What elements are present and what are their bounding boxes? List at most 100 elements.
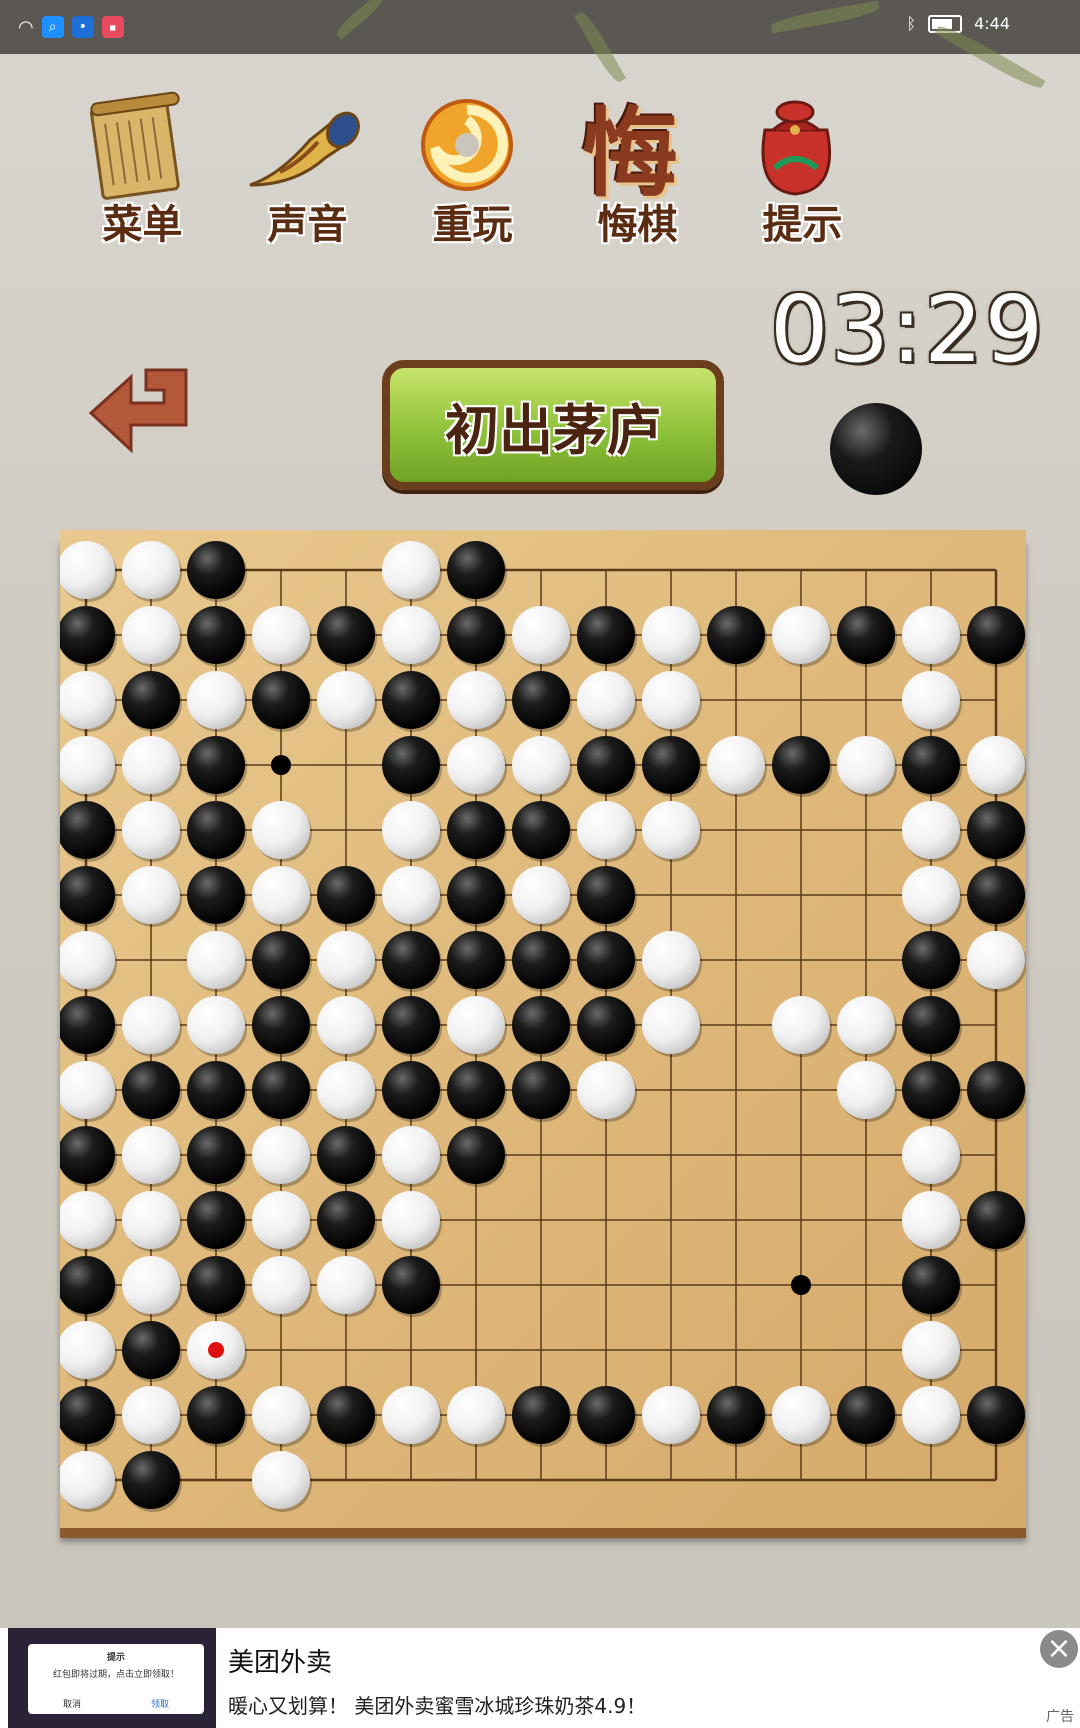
black-stone (382, 1061, 440, 1119)
white-stone (837, 1061, 895, 1119)
black-stone (382, 736, 440, 794)
white-stone (122, 1256, 180, 1314)
black-stone (577, 931, 635, 989)
hint-button[interactable]: 提示 (720, 80, 885, 250)
black-stone (642, 736, 700, 794)
black-stone (252, 996, 310, 1054)
black-stone (902, 996, 960, 1054)
black-stone (512, 801, 570, 859)
black-stone (902, 931, 960, 989)
white-stone (447, 736, 505, 794)
white-stone (382, 866, 440, 924)
white-stone (447, 1386, 505, 1444)
white-stone (447, 996, 505, 1054)
white-stone (122, 606, 180, 664)
toolbar: 菜单 声音 重玩 悔 悔棋 提示 (60, 80, 885, 250)
white-stone (252, 866, 310, 924)
black-stone (772, 736, 830, 794)
black-stone (512, 931, 570, 989)
last-move-marker (208, 1342, 224, 1358)
game-timer: 03:29 (770, 276, 1046, 383)
black-stone (252, 1061, 310, 1119)
stones-layer (60, 541, 1026, 1512)
black-stone (707, 606, 765, 664)
black-stone (837, 606, 895, 664)
swirl-icon (421, 99, 513, 191)
white-stone (512, 736, 570, 794)
white-stone (772, 1386, 830, 1444)
black-stone (967, 1191, 1025, 1249)
black-stone (122, 1451, 180, 1509)
sound-label: 声音 (267, 201, 348, 248)
black-stone (512, 671, 570, 729)
white-stone (902, 866, 960, 924)
white-stone (122, 866, 180, 924)
replay-label: 重玩 (432, 201, 513, 248)
white-stone (642, 801, 700, 859)
white-stone (382, 1126, 440, 1184)
black-stone (967, 801, 1025, 859)
ad-dialog-ok: 领取 (150, 1700, 169, 1710)
white-stone (577, 671, 635, 729)
replay-button[interactable]: 重玩 (390, 80, 555, 250)
undo-move-button[interactable]: 悔 悔棋 (555, 80, 720, 250)
ad-text[interactable]: 暖心又划算！ 美团外卖蜜雪冰城珍珠奶茶4.9！ (228, 1690, 646, 1719)
white-stone (902, 1191, 960, 1249)
scroll-icon (89, 91, 180, 200)
bulb-app-icon: • (71, 16, 94, 38)
white-stone (122, 1386, 180, 1444)
white-stone (902, 606, 960, 664)
ad-close-button[interactable]: × (1040, 1630, 1078, 1668)
ad-dialog-preview: 提示 红包即将过期，点击立即领取！ 取消 领取 (28, 1644, 204, 1714)
horn-icon (249, 111, 360, 187)
white-stone (252, 801, 310, 859)
sound-button[interactable]: 声音 (225, 80, 390, 250)
black-stone (447, 866, 505, 924)
white-stone (642, 931, 700, 989)
black-stone (967, 1386, 1025, 1444)
black-stone (187, 1386, 245, 1444)
white-stone (382, 801, 440, 859)
white-stone (122, 1191, 180, 1249)
white-stone (967, 736, 1025, 794)
black-stone (967, 606, 1025, 664)
ad-title[interactable]: 美团外卖 (228, 1642, 332, 1679)
black-stone (382, 671, 440, 729)
menu-button[interactable]: 菜单 (60, 80, 225, 250)
black-stone (187, 1061, 245, 1119)
black-stone (122, 671, 180, 729)
black-stone (382, 931, 440, 989)
white-stone (122, 1126, 180, 1184)
black-stone (317, 1126, 375, 1184)
white-stone (252, 1126, 310, 1184)
white-stone (252, 1256, 310, 1314)
gomoku-board[interactable] (60, 530, 1026, 1528)
status-icons-left: ◠ ⌕ • ◼ (18, 16, 124, 38)
status-bar: ◠ ⌕ • ◼ ᛒ 4:44 (0, 0, 1080, 54)
white-stone (122, 541, 180, 599)
white-stone (317, 671, 375, 729)
white-stone (317, 996, 375, 1054)
app-badge-icon: ◼ (101, 16, 124, 38)
black-stone (187, 1256, 245, 1314)
white-stone (642, 996, 700, 1054)
black-stone (382, 1256, 440, 1314)
white-stone (382, 606, 440, 664)
black-stone (317, 866, 375, 924)
black-stone (512, 996, 570, 1054)
ad-banner[interactable]: 提示 红包即将过期，点击立即领取！ 取消 领取 美团外卖 暖心又划算！ 美团外卖… (0, 1628, 1080, 1728)
white-stone (447, 671, 505, 729)
black-stone (707, 1386, 765, 1444)
board-grid[interactable] (60, 530, 1026, 1528)
ad-thumbnail[interactable]: 提示 红包即将过期，点击立即领取！ 取消 领取 (8, 1628, 216, 1728)
status-icons-right: ᛒ 4:44 (906, 14, 1010, 33)
undo-move-label: 悔棋 (597, 201, 678, 248)
back-arrow-icon[interactable] (86, 365, 196, 460)
white-stone (382, 541, 440, 599)
white-stone (122, 996, 180, 1054)
black-stone (577, 1386, 635, 1444)
black-stone (577, 996, 635, 1054)
black-stone (967, 1061, 1025, 1119)
ad-dialog-message: 红包即将过期，点击立即领取！ (52, 1670, 179, 1680)
white-stone (317, 931, 375, 989)
